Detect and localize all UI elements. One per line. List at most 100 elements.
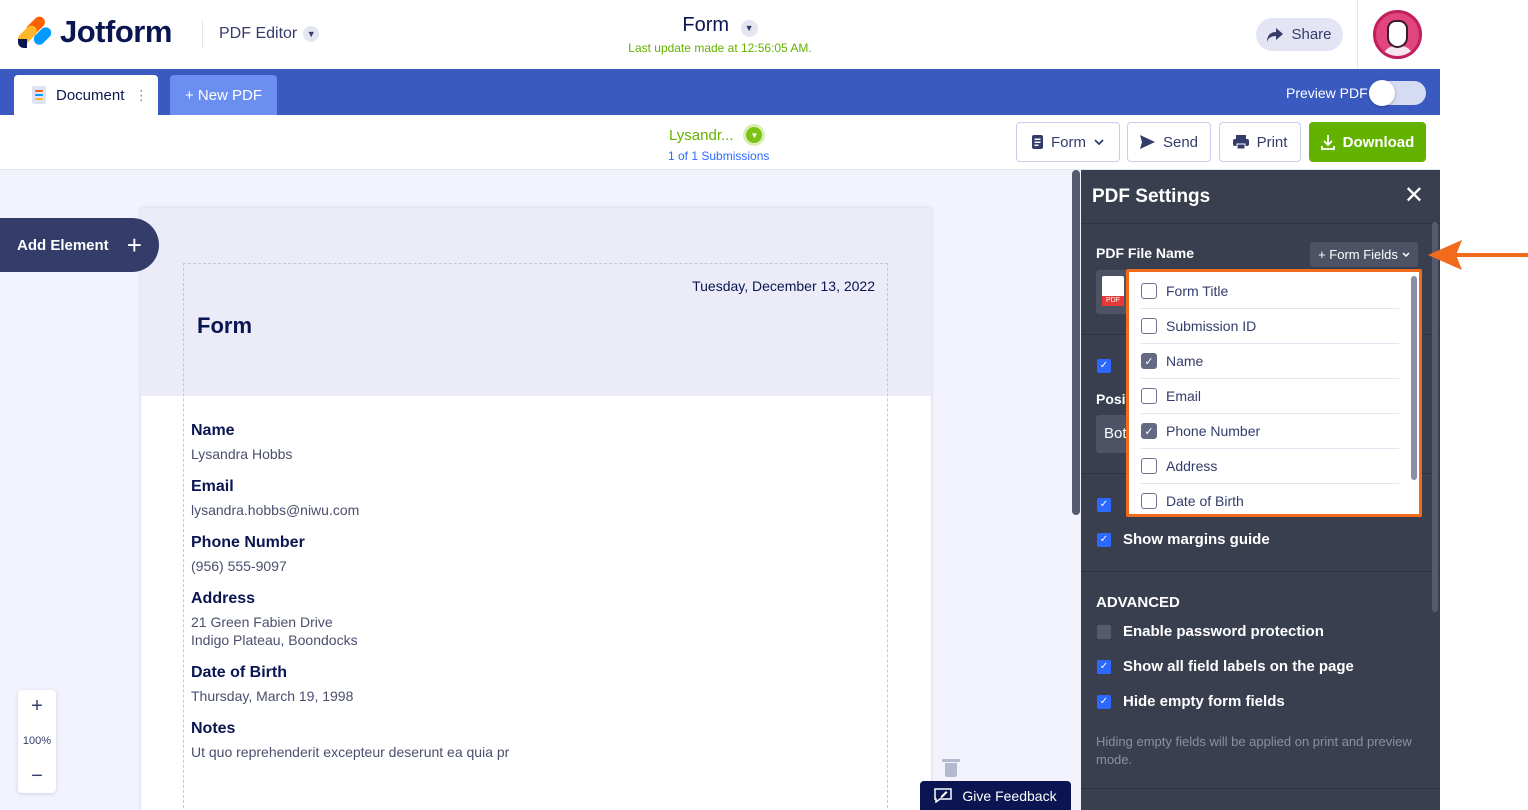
chevron-down-icon: ▼ <box>743 124 766 146</box>
account-area <box>1357 0 1440 69</box>
give-feedback-label: Give Feedback <box>962 787 1057 804</box>
editor-toolbar: Lysandr... ▼ 1 of 1 Submissions Form Sen… <box>0 115 1440 170</box>
add-element-label: Add Element <box>17 236 109 254</box>
avatar[interactable] <box>1373 10 1422 59</box>
page-date[interactable]: Tuesday, December 13, 2022 <box>692 278 875 294</box>
pdf-page: Tuesday, December 13, 2022 Form Name Lys… <box>141 208 931 810</box>
show-field-labels-checkbox[interactable]: ✓ <box>1097 660 1111 674</box>
top-header: Jotform PDF Editor ▼ Form ▼ Last update … <box>0 0 1440 69</box>
chevron-down-icon <box>1094 139 1104 145</box>
submission-selector[interactable]: Lysandr... ▼ <box>669 124 766 146</box>
zoom-in-button[interactable]: + <box>18 690 56 723</box>
checkbox[interactable] <box>1141 318 1157 334</box>
share-button[interactable]: Share <box>1256 18 1343 51</box>
preview-pdf-label: Preview PDF <box>1286 85 1368 101</box>
dropdown-option-email[interactable]: Email <box>1141 379 1399 414</box>
field-label: Email <box>191 478 234 495</box>
dropdown-option-form-title[interactable]: Form Title <box>1141 274 1399 309</box>
form-title-label: Form <box>682 14 730 36</box>
option-label: Address <box>1166 458 1218 474</box>
show-margins-checkbox[interactable]: ✓ <box>1097 533 1111 547</box>
download-label: Download <box>1342 133 1415 151</box>
new-pdf-button[interactable]: + New PDF <box>170 75 277 115</box>
partial-checkbox[interactable]: ✓ <box>1097 498 1111 512</box>
checkbox[interactable] <box>1141 283 1157 299</box>
field-phone-number[interactable]: Phone Number (956) 555-9097 <box>191 534 305 575</box>
send-icon <box>1139 135 1155 149</box>
checkbox[interactable] <box>1141 388 1157 404</box>
dropdown-option-phone-number[interactable]: ✓ Phone Number <box>1141 414 1399 449</box>
address-line-1: 21 Green Fabien Drive <box>191 614 333 630</box>
form-fields-label: + Form Fields <box>1318 247 1398 262</box>
field-label: Phone Number <box>191 534 305 551</box>
document-tab-bar: Document ⋮ + New PDF Preview PDF <box>0 69 1440 115</box>
canvas-scrollbar[interactable] <box>1072 170 1080 515</box>
option-label: Date of Birth <box>1166 493 1244 509</box>
zoom-out-button[interactable]: − <box>18 760 56 793</box>
form-icon <box>1032 135 1043 149</box>
option-label: Form Title <box>1166 283 1229 299</box>
field-address[interactable]: Address 21 Green Fabien Drive Indigo Pla… <box>191 590 358 649</box>
printer-icon <box>1232 135 1249 149</box>
submission-count[interactable]: 1 of 1 Submissions <box>668 149 769 163</box>
advanced-heading: ADVANCED <box>1096 594 1180 611</box>
form-title-switcher[interactable]: Form ▼ <box>0 14 1440 37</box>
field-value: 21 Green Fabien Drive Indigo Plateau, Bo… <box>191 613 358 649</box>
field-label: Name <box>191 422 235 439</box>
hide-empty-fields-checkbox[interactable]: ✓ <box>1097 695 1111 709</box>
dropdown-scrollbar[interactable] <box>1411 276 1417 480</box>
preview-pdf-toggle[interactable] <box>1369 80 1426 106</box>
address-line-2: Indigo Plateau, Boondocks <box>191 632 358 648</box>
last-update-text: Last update made at 12:56:05 AM. <box>628 41 812 55</box>
field-email[interactable]: Email lysandra.hobbs@niwu.com <box>191 478 359 519</box>
checkbox[interactable] <box>1141 458 1157 474</box>
page-form-title[interactable]: Form <box>197 313 252 339</box>
checkbox-checked[interactable]: ✓ <box>1141 423 1157 439</box>
dropdown-option-date-of-birth[interactable]: Date of Birth <box>1141 484 1399 514</box>
hide-empty-fields-label: Hide empty form fields <box>1123 693 1285 710</box>
zoom-level: 100% <box>22 735 52 747</box>
add-element-button[interactable]: Add Element + <box>0 218 159 272</box>
chevron-down-icon <box>1402 252 1410 257</box>
feedback-icon <box>934 788 953 803</box>
form-fields-button[interactable]: + Form Fields <box>1310 242 1418 267</box>
pdf-file-icon: PDF <box>1102 276 1124 306</box>
print-button[interactable]: Print <box>1219 122 1301 162</box>
field-date-of-birth[interactable]: Date of Birth Thursday, March 19, 1998 <box>191 664 353 705</box>
dropdown-option-submission-id[interactable]: Submission ID <box>1141 309 1399 344</box>
dropdown-option-address[interactable]: Address <box>1141 449 1399 484</box>
field-notes[interactable]: Notes Ut quo reprehenderit excepteur des… <box>191 720 509 761</box>
zoom-control: + 100% − <box>18 690 56 793</box>
option-label: Submission ID <box>1166 318 1257 334</box>
close-icon[interactable]: ✕ <box>1404 184 1424 208</box>
option-label: Name <box>1166 353 1204 369</box>
form-dropdown-button[interactable]: Form <box>1016 122 1120 162</box>
plus-icon: + <box>126 229 142 260</box>
dropdown-option-name[interactable]: ✓ Name <box>1141 344 1399 379</box>
print-label: Print <box>1256 133 1288 151</box>
trash-icon[interactable] <box>942 757 960 777</box>
download-icon <box>1320 134 1335 150</box>
field-label: Notes <box>191 720 236 737</box>
field-value: Thursday, March 19, 1998 <box>191 688 354 704</box>
kebab-menu-icon[interactable]: ⋮ <box>134 87 148 104</box>
panel-scrollbar[interactable] <box>1432 222 1438 612</box>
pdf-icon-text: PDF <box>1102 296 1124 306</box>
field-value: (956) 555-9097 <box>191 558 287 574</box>
send-button[interactable]: Send <box>1127 122 1211 162</box>
checkbox-checked[interactable]: ✓ <box>1141 353 1157 369</box>
partial-checkbox[interactable]: ✓ <box>1097 359 1111 373</box>
checkbox[interactable] <box>1141 493 1157 509</box>
tab-document[interactable]: Document ⋮ <box>14 75 158 115</box>
password-protection-checkbox[interactable] <box>1097 625 1111 639</box>
field-name[interactable]: Name Lysandra Hobbs <box>191 422 292 463</box>
pdf-file-name-label: PDF File Name <box>1096 245 1195 261</box>
show-margins-label: Show margins guide <box>1123 531 1270 548</box>
field-value: Lysandra Hobbs <box>191 446 293 462</box>
show-field-labels-label: Show all field labels on the page <box>1123 658 1354 675</box>
give-feedback-button[interactable]: Give Feedback <box>920 781 1071 810</box>
download-button[interactable]: Download <box>1309 122 1426 162</box>
annotation-arrow-icon <box>1428 240 1528 270</box>
option-label: Phone Number <box>1166 423 1261 439</box>
field-label: Address <box>191 590 256 607</box>
